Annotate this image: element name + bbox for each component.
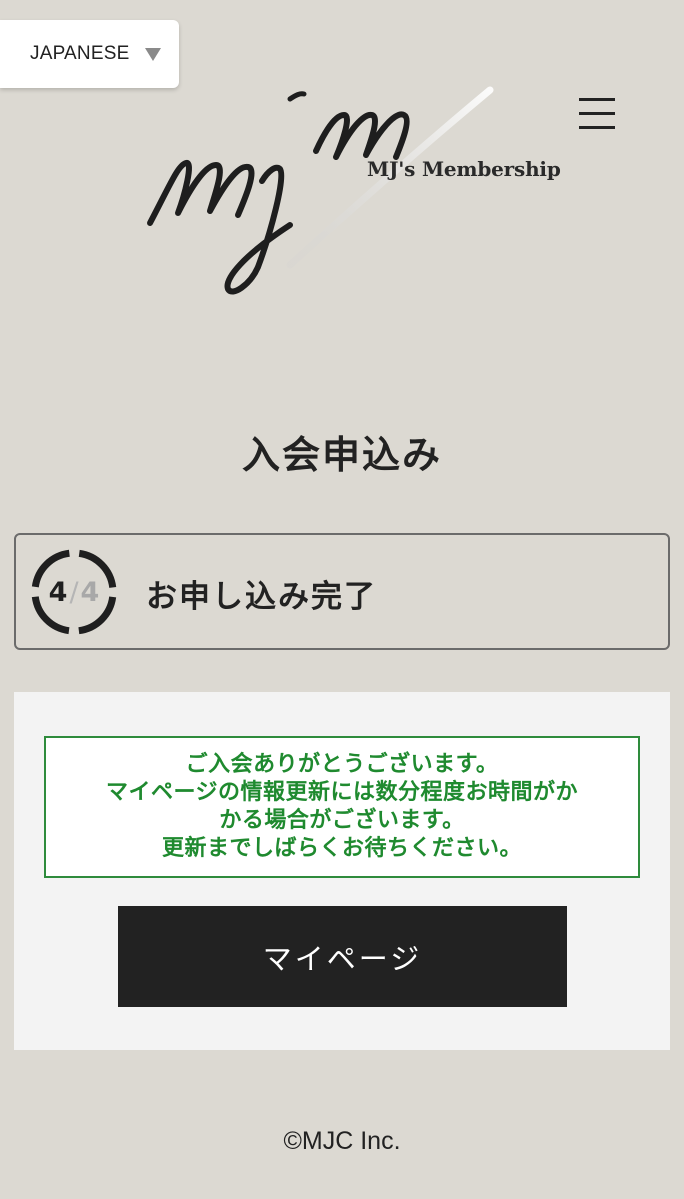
hamburger-menu-icon[interactable] (579, 98, 615, 130)
completion-notice: ご入会ありがとうございます。 マイページの情報更新には数分程度お時間がか かる場… (44, 736, 640, 878)
triangle-down-icon (145, 48, 161, 61)
step-indicator: 4 / 4 お申し込み完了 (14, 533, 670, 650)
step-total: 4 (80, 576, 100, 608)
footer-copyright: ©MJC Inc. (283, 1127, 401, 1155)
step-counter: 4 / 4 (30, 548, 118, 636)
step-label: お申し込み完了 (146, 579, 377, 615)
notice-line: マイページの情報更新には数分程度お時間がか (105, 780, 579, 805)
site-logo[interactable]: MJ's Membership (140, 85, 561, 300)
logo-subtitle: MJ's Membership (367, 157, 561, 181)
completion-card: ご入会ありがとうございます。 マイページの情報更新には数分程度お時間がか かる場… (14, 692, 670, 1050)
page-title: 入会申込み (241, 433, 442, 477)
mjm-script-logo-icon (147, 86, 494, 295)
mypage-button[interactable]: マイページ (118, 906, 567, 1007)
language-select[interactable]: JAPANESE (0, 20, 179, 88)
step-separator: / (69, 576, 79, 608)
notice-line: ご入会ありがとうございます。 (185, 752, 499, 777)
language-label: JAPANESE (30, 43, 130, 64)
step-current: 4 (48, 576, 68, 608)
notice-line: かる場合がございます。 (219, 808, 465, 833)
notice-line: 更新までしばらくお待ちください。 (161, 836, 522, 861)
